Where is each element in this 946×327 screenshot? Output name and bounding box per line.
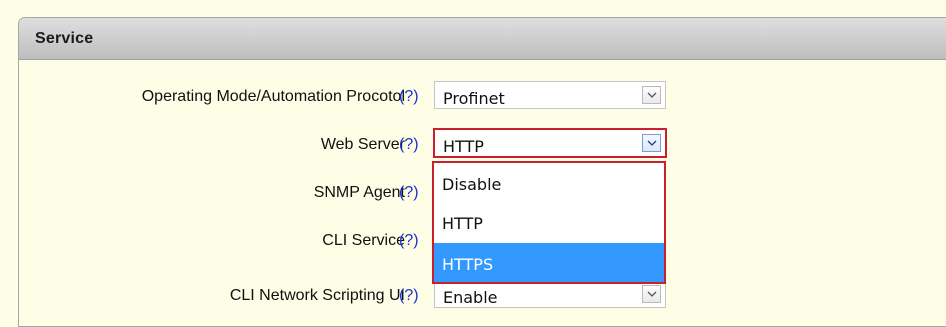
cli-network-scripting-help-link[interactable]: (?) [399, 287, 419, 305]
web-server-help-link[interactable]: (?) [399, 136, 419, 154]
panel-title: Service [35, 30, 94, 47]
chevron-down-icon[interactable] [642, 86, 661, 104]
snmp-agent-label: SNMP Agent [313, 184, 405, 201]
dropdown-option-label: Disable [442, 175, 502, 194]
cli-service-label: CLI Service [322, 232, 405, 249]
web-server-value: HTTP [443, 137, 484, 156]
chevron-down-icon[interactable] [642, 134, 661, 152]
operating-mode-label: Operating Mode/Automation Procotol [141, 88, 405, 105]
dropdown-option-label: HTTPS [442, 255, 494, 274]
cli-network-scripting-value: Enable [443, 288, 498, 307]
cli-network-scripting-select[interactable]: Enable [434, 280, 666, 308]
dropdown-option-disable[interactable]: Disable [434, 163, 664, 202]
web-server-dropdown-list: Disable HTTP HTTPS [432, 161, 666, 284]
cli-network-scripting-label: CLI Network Scripting UI [229, 287, 405, 304]
snmp-agent-help-link[interactable]: (?) [399, 184, 419, 202]
dropdown-option-http[interactable]: HTTP [434, 202, 664, 241]
operating-mode-value: Profinet [443, 89, 505, 108]
field-row-operating-mode: Operating Mode/Automation Procotol (?) P… [19, 81, 719, 113]
chevron-down-icon[interactable] [642, 285, 661, 303]
dropdown-option-label: HTTP [442, 214, 483, 233]
field-row-cli-network-scripting: CLI Network Scripting UI (?) Enable [19, 280, 719, 312]
web-server-select[interactable]: HTTP [433, 128, 667, 158]
field-row-web-server: Web Server (?) HTTP [19, 128, 719, 161]
dropdown-option-https[interactable]: HTTPS [434, 243, 664, 282]
cli-service-help-link[interactable]: (?) [399, 232, 419, 250]
web-server-label: Web Server [320, 136, 405, 153]
operating-mode-select[interactable]: Profinet [434, 81, 666, 109]
panel-header: Service [19, 18, 946, 60]
operating-mode-help-link[interactable]: (?) [399, 88, 419, 106]
